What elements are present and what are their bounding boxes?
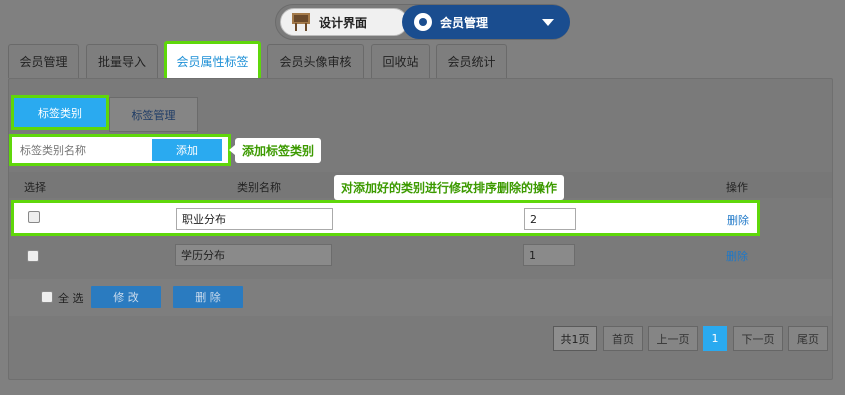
add-category-form: 添加 — [9, 134, 231, 166]
design-view-label: 设计界面 — [319, 15, 368, 30]
category-name-field[interactable]: 职业分布 — [176, 208, 333, 230]
tab-member-management[interactable]: 会员管理 — [8, 44, 79, 78]
tab-batch-import[interactable]: 批量导入 — [86, 44, 158, 78]
tab-label: 批量导入 — [97, 55, 146, 69]
tab-avatar-review[interactable]: 会员头像审核 — [267, 44, 364, 78]
page-total: 共1页 — [553, 326, 597, 351]
header-category-name: 类别名称 — [237, 181, 281, 194]
current-page-button[interactable]: 1 — [703, 326, 727, 351]
header-operations: 操作 — [726, 181, 748, 194]
tab-member-stats[interactable]: 会员统计 — [436, 44, 507, 78]
sort-order-field[interactable]: 1 — [523, 244, 575, 266]
subtab-label: 标签管理 — [131, 108, 176, 122]
subtab-label: 标签类别 — [38, 106, 82, 120]
bulk-actions-bar: 全 选 修 改 删 除 — [9, 279, 832, 316]
view-switcher: 设计界面 会员管理 — [275, 4, 570, 40]
member-management-label: 会员管理 — [440, 15, 489, 30]
add-button[interactable]: 添加 — [152, 139, 222, 161]
tab-member-attribute-tags[interactable]: 会员属性标签 — [164, 41, 261, 81]
delete-button[interactable]: 删 除 — [173, 286, 243, 308]
sort-order-field[interactable]: 2 — [524, 208, 576, 230]
subtab-tag-category[interactable]: 标签类别 — [11, 95, 109, 130]
category-name-input[interactable] — [14, 139, 136, 161]
row-checkbox[interactable] — [27, 250, 39, 262]
header-select: 选择 — [24, 181, 46, 194]
tab-label: 会员统计 — [447, 55, 496, 69]
category-name-field[interactable]: 学历分布 — [175, 244, 332, 266]
select-all-checkbox[interactable] — [41, 291, 53, 303]
select-all-label: 全 选 — [58, 292, 84, 305]
add-category-callout: 添加标签类别 — [228, 138, 322, 163]
first-page-button[interactable]: 首页 — [603, 326, 643, 351]
row-checkbox[interactable] — [28, 211, 40, 223]
tab-label: 回收站 — [382, 55, 419, 69]
design-view-toggle[interactable]: 设计界面 — [280, 8, 408, 36]
member-management-dropdown[interactable]: 会员管理 — [402, 5, 570, 39]
table-row: 学历分布 1 删除 — [9, 238, 832, 274]
tab-label: 会员属性标签 — [176, 54, 249, 69]
next-page-button[interactable]: 下一页 — [733, 326, 783, 351]
subtab-tag-management[interactable]: 标签管理 — [109, 97, 198, 132]
prev-page-button[interactable]: 上一页 — [648, 326, 698, 351]
table-row: 职业分布 2 删除 — [11, 200, 760, 236]
last-page-button[interactable]: 尾页 — [788, 326, 828, 351]
tab-label: 会员头像审核 — [279, 55, 352, 69]
delete-link[interactable]: 删除 — [726, 248, 748, 264]
gear-icon — [414, 13, 432, 31]
chevron-down-icon — [542, 19, 554, 26]
tab-recycle-bin[interactable]: 回收站 — [371, 44, 430, 78]
tab-label: 会员管理 — [19, 55, 68, 69]
easel-icon — [291, 13, 311, 31]
operations-callout: 对添加好的类别进行修改排序删除的操作 — [334, 175, 565, 206]
edit-button[interactable]: 修 改 — [91, 286, 161, 308]
delete-link[interactable]: 删除 — [727, 212, 749, 228]
